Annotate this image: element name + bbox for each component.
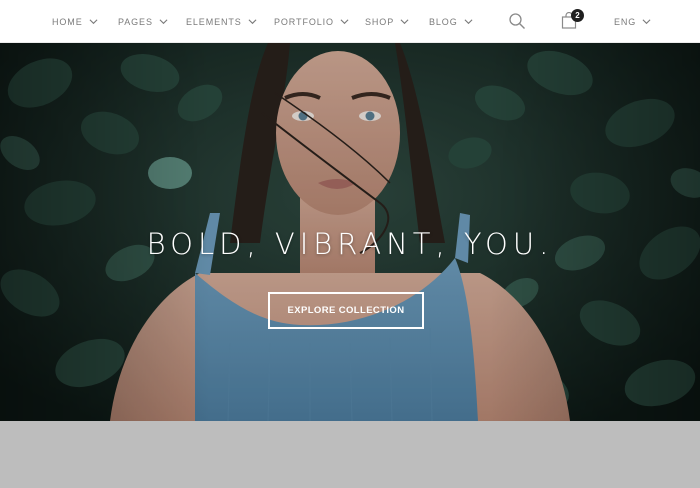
nav-item-pages[interactable]: PAGES	[118, 0, 168, 43]
language-label: ENG	[614, 16, 637, 27]
nav-item-label: BLOG	[429, 16, 458, 27]
search-icon[interactable]	[508, 12, 526, 30]
nav-item-blog[interactable]: BLOG	[429, 0, 473, 43]
nav-item-portfolio[interactable]: PORTFOLIO	[274, 0, 349, 43]
hero-title: BOLD, VIBRANT, YOU.	[146, 227, 554, 261]
chevron-down-icon	[400, 17, 409, 26]
chevron-down-icon	[464, 17, 473, 26]
content-section-placeholder	[0, 421, 700, 488]
nav-item-home[interactable]: HOME	[52, 0, 98, 43]
nav-item-shop[interactable]: SHOP	[365, 0, 409, 43]
nav-item-label: HOME	[52, 16, 83, 27]
chevron-down-icon	[89, 17, 98, 26]
nav-item-elements[interactable]: ELEMENTS	[186, 0, 257, 43]
chevron-down-icon	[340, 17, 349, 26]
hero-banner: BOLD, VIBRANT, YOU. EXPLORE COLLECTION	[0, 43, 700, 421]
nav-item-label: SHOP	[365, 16, 395, 27]
chevron-down-icon	[248, 17, 257, 26]
chevron-down-icon	[159, 17, 168, 26]
chevron-down-icon	[642, 17, 651, 26]
explore-collection-button[interactable]: EXPLORE COLLECTION	[268, 292, 424, 329]
cart-count-badge: 2	[571, 9, 584, 22]
nav-item-label: PAGES	[118, 16, 153, 27]
language-selector[interactable]: ENG	[614, 0, 651, 43]
top-navigation: HOME PAGES ELEMENTS PORTFOLIO SHOP BLOG …	[0, 0, 700, 43]
nav-item-label: PORTFOLIO	[274, 16, 334, 27]
nav-item-label: ELEMENTS	[186, 16, 242, 27]
